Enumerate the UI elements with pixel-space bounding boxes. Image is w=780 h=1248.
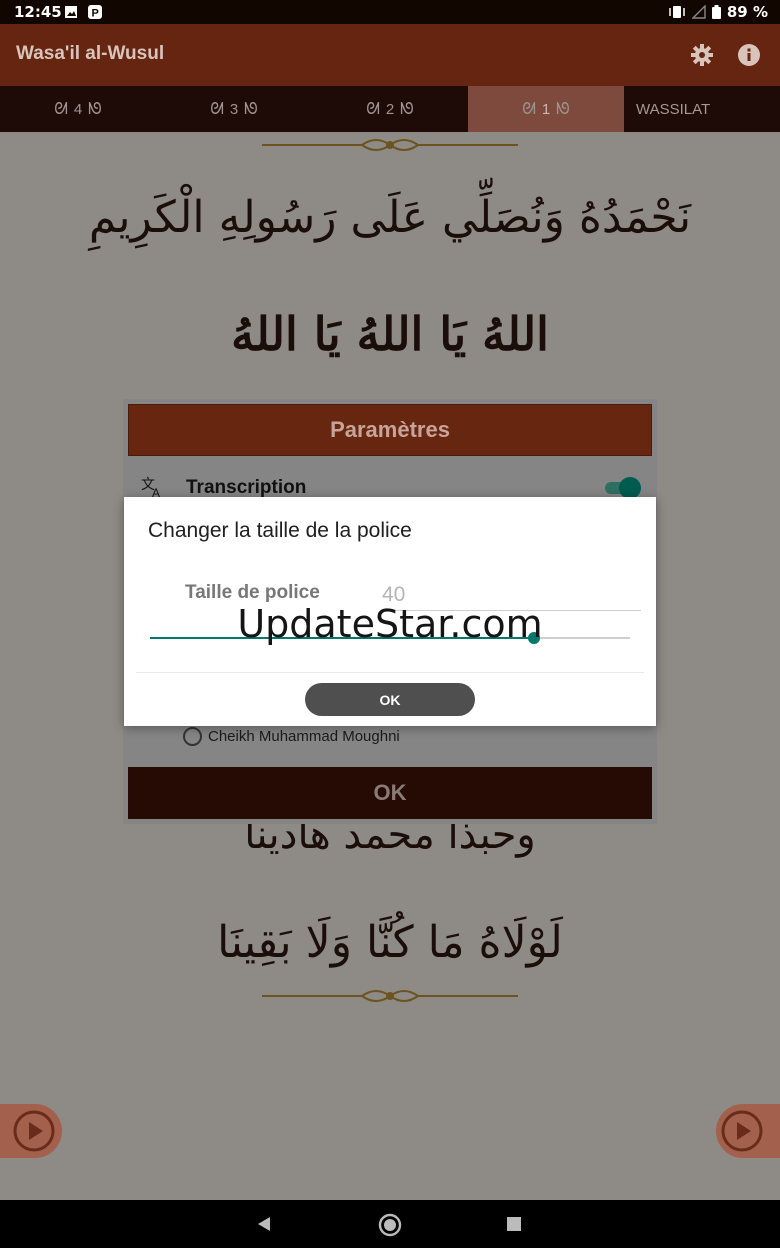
radio-button[interactable] [183, 727, 202, 746]
tab-bar: ᘛ 4 ᘚ ᘛ 3 ᘚ ᘛ 2 ᘚ ᘛ 1 ᘚ WASSILAT [0, 86, 780, 132]
verse-1: نَحْمَدُهُ وَنُصَلِّي عَلَى رَسُولِهِ ال… [88, 192, 692, 243]
translate-icon: 文 A [141, 477, 160, 499]
status-time: 12:45 [14, 3, 62, 21]
play-icon [721, 1110, 763, 1152]
font-size-input[interactable] [382, 579, 641, 611]
recents-icon[interactable] [506, 1216, 522, 1232]
parking-icon: P [88, 5, 102, 19]
font-size-label: Taille de police [185, 582, 320, 603]
app-title: Wasa'il al-Wusul [16, 43, 165, 64]
font-dialog-ok-button[interactable]: OK [305, 683, 475, 716]
tab-label: 4 [73, 100, 83, 118]
ornament-icon: ᘛ [210, 99, 224, 118]
status-bar: 12:45 P 89 % [0, 0, 780, 24]
tab-label: 2 [385, 100, 395, 118]
verse-2: اللهُ يَا اللهُ يَا اللهُ [231, 307, 549, 361]
verse-4: لَوْلَاهُ مَا كُنَّا وَلَا بَقِينَا [217, 917, 563, 968]
reciter-label: Cheikh Muhammad Moughni [208, 728, 400, 745]
app-bar: Wasa'il al-Wusul [0, 24, 780, 86]
tab-1[interactable]: ᘛ 1 ᘚ [468, 86, 624, 132]
font-size-slider[interactable] [150, 631, 630, 645]
ornament-icon: ᘛ [54, 99, 68, 118]
tab-4[interactable]: ᘛ 4 ᘚ [0, 86, 156, 132]
ornament-divider-icon [262, 990, 518, 1002]
toggle-thumb [619, 477, 641, 499]
slider-thumb[interactable] [528, 632, 540, 644]
settings-ok-button[interactable]: OK [128, 767, 652, 819]
ornament-icon: ᘚ [400, 99, 414, 118]
tab-wassilat[interactable]: WASSILAT [624, 86, 780, 132]
ornament-icon: ᘛ [522, 99, 536, 118]
play-left-button[interactable] [0, 1104, 62, 1158]
font-size-dialog: Changer la taille de la police Taille de… [124, 497, 656, 726]
tab-label: WASSILAT [636, 100, 711, 118]
tab-2[interactable]: ᘛ 2 ᘚ [312, 86, 468, 132]
transcription-toggle[interactable] [605, 477, 641, 499]
home-icon[interactable] [378, 1213, 402, 1237]
play-right-button[interactable] [716, 1104, 780, 1158]
tab-label: 1 [541, 100, 551, 118]
vibrate-icon [669, 6, 685, 18]
tab-label: 3 [229, 100, 239, 118]
signal-icon [691, 5, 706, 19]
settings-dialog-title: Paramètres [128, 404, 652, 456]
ornament-divider-icon [262, 139, 518, 151]
tab-3[interactable]: ᘛ 3 ᘚ [156, 86, 312, 132]
ornament-icon: ᘚ [556, 99, 570, 118]
slider-fill [150, 637, 534, 639]
gallery-icon [65, 6, 77, 18]
ornament-icon: ᘚ [244, 99, 258, 118]
back-icon[interactable] [254, 1214, 274, 1234]
battery-percent: 89 % [726, 3, 768, 21]
transcription-label: Transcription [186, 477, 307, 498]
navigation-bar [0, 1200, 780, 1248]
svg-text:P: P [92, 8, 99, 20]
battery-icon [711, 5, 721, 19]
info-icon[interactable] [737, 43, 761, 67]
ornament-icon: ᘚ [88, 99, 102, 118]
status-right: 89 % [668, 3, 768, 21]
play-icon [13, 1110, 55, 1152]
ornament-icon: ᘛ [366, 99, 380, 118]
dialog-divider [136, 672, 644, 673]
transcription-row[interactable]: 文 A Transcription [141, 475, 641, 499]
font-dialog-title: Changer la taille de la police [148, 519, 412, 542]
gear-icon[interactable] [690, 43, 714, 67]
